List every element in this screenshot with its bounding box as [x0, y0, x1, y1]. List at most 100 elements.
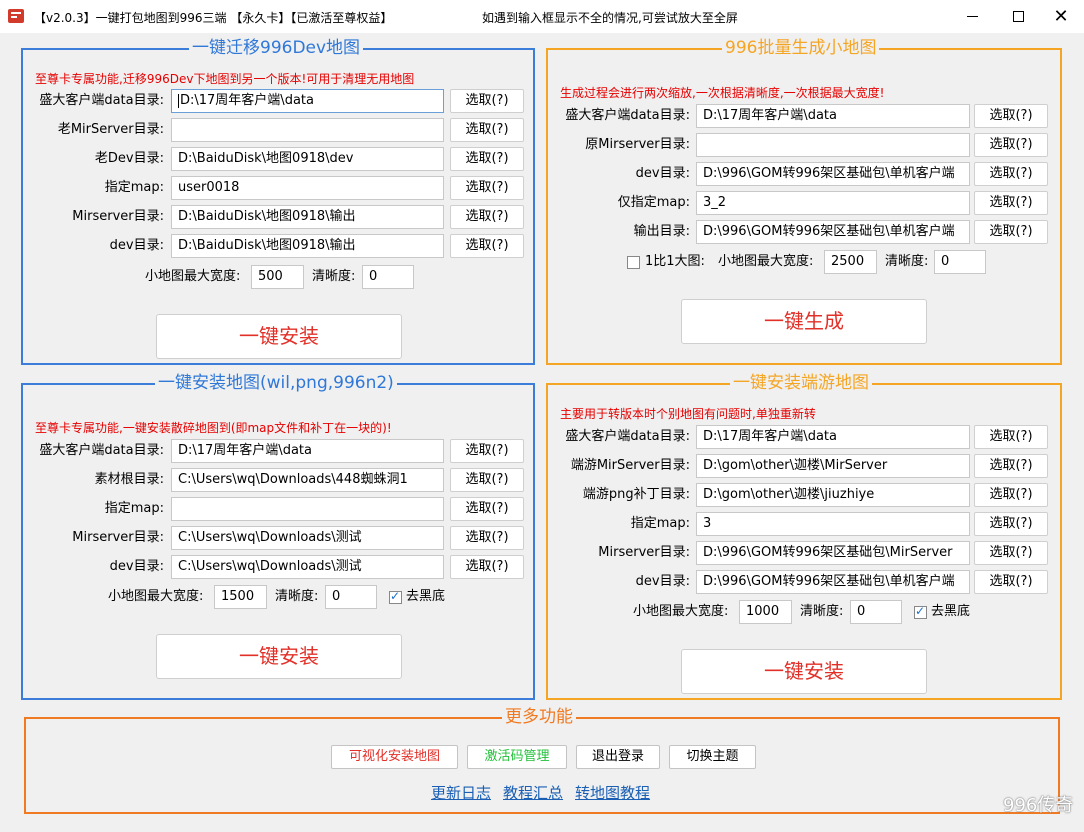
pick-button[interactable]: 选取(?)	[974, 220, 1048, 244]
field-label: 老Dev目录:	[94, 151, 164, 166]
pick-button[interactable]: 选取(?)	[450, 118, 524, 142]
dev-input[interactable]: C:\Users\wq\Downloads\测试	[171, 555, 444, 579]
panel-endtour-title: 一键安装端游地图	[730, 372, 872, 394]
pick-button[interactable]: 选取(?)	[974, 512, 1048, 536]
pick-button[interactable]: 选取(?)	[450, 176, 524, 200]
clarity-input[interactable]: 0	[362, 265, 414, 289]
dev-input[interactable]: D:\BaiduDisk\地图0918\输出	[171, 234, 444, 258]
map-tutorial-link[interactable]: 转地图教程	[575, 782, 650, 803]
orig-mirserver-input[interactable]	[696, 133, 970, 157]
max-width-input[interactable]: 500	[251, 265, 304, 289]
panel-install-notice: 至尊卡专属功能,一键安装散碎地图到(即map文件和补丁在一块的)!	[35, 421, 392, 435]
field-label: 盛大客户端data目录:	[565, 429, 690, 444]
field-label: 端游MirServer目录:	[570, 458, 690, 473]
map-input[interactable]: user0018	[171, 176, 444, 200]
pick-button[interactable]: 选取(?)	[450, 468, 524, 492]
panel-batch-notice: 生成过程会进行两次缩放,一次根据清晰度,一次根据最大宽度!	[560, 86, 885, 100]
data-dir-input[interactable]: D:\17周年客户端\data	[171, 89, 444, 113]
field-label: 原Mirserver目录:	[585, 137, 690, 152]
old-mirserver-input[interactable]	[171, 118, 444, 142]
field-label: 指定map:	[104, 501, 164, 516]
maximize-icon	[1012, 11, 1024, 22]
visual-install-button[interactable]: 可视化安装地图	[331, 745, 458, 769]
pick-button[interactable]: 选取(?)	[450, 234, 524, 258]
max-width-label: 小地图最大宽度:	[145, 269, 241, 284]
max-width-input[interactable]: 1500	[214, 585, 267, 609]
panel-install-map: 一键安装地图(wil,png,996n2) 至尊卡专属功能,一键安装散碎地图到(…	[21, 372, 535, 700]
pick-button[interactable]: 选取(?)	[974, 425, 1048, 449]
pick-button[interactable]: 选取(?)	[974, 133, 1048, 157]
field-label: 老MirServer目录:	[57, 122, 164, 137]
output-dir-input[interactable]: D:\996\GOM转996架区基础包\单机客户端	[696, 220, 970, 244]
pick-button[interactable]: 选取(?)	[450, 497, 524, 521]
clarity-label: 清晰度:	[312, 269, 356, 284]
one-to-one-checkbox[interactable]	[627, 256, 640, 269]
logout-button[interactable]: 退出登录	[576, 745, 660, 769]
pick-button[interactable]: 选取(?)	[974, 191, 1048, 215]
field-label: dev目录:	[109, 559, 164, 574]
pick-button[interactable]: 选取(?)	[450, 555, 524, 579]
field-label: dev目录:	[635, 166, 690, 181]
minimize-icon	[966, 16, 978, 17]
clarity-input[interactable]: 0	[934, 250, 986, 274]
mirserver-input[interactable]: D:\996\GOM转996架区基础包\MirServer	[696, 541, 970, 565]
pick-button[interactable]: 选取(?)	[450, 439, 524, 463]
map-input[interactable]: 3	[696, 512, 970, 536]
field-label: 盛大客户端data目录:	[39, 93, 164, 108]
install-button[interactable]: 一键安装	[156, 634, 402, 679]
pick-button[interactable]: 选取(?)	[974, 570, 1048, 594]
pick-button[interactable]: 选取(?)	[974, 454, 1048, 478]
field-label: Mirserver目录:	[72, 530, 164, 545]
panel-endtour-map: 一键安装端游地图 主要用于转版本时个别地图有问题时,单独重新转 盛大客户端dat…	[546, 372, 1062, 700]
maximize-button[interactable]	[995, 0, 1041, 33]
panel-endtour-notice: 主要用于转版本时个别地图有问题时,单独重新转	[560, 407, 816, 421]
asset-root-input[interactable]: C:\Users\wq\Downloads\448蜘蛛洞1	[171, 468, 444, 492]
field-label: 指定map:	[104, 180, 164, 195]
panel-migrate-dev: 一键迁移996Dev地图 至尊卡专属功能,迁移996Dev下地图到另一个版本!可…	[21, 37, 535, 365]
max-width-input[interactable]: 2500	[824, 250, 877, 274]
panel-migrate-notice: 至尊卡专属功能,迁移996Dev下地图到另一个版本!可用于清理无用地图	[35, 72, 415, 86]
mirserver-input[interactable]: D:\BaiduDisk\地图0918\输出	[171, 205, 444, 229]
field-label: dev目录:	[109, 238, 164, 253]
close-button[interactable]: ✕	[1038, 0, 1084, 33]
switch-theme-button[interactable]: 切换主题	[669, 745, 756, 769]
max-width-input[interactable]: 1000	[739, 600, 792, 624]
mirserver-input[interactable]: C:\Users\wq\Downloads\测试	[171, 526, 444, 550]
dev-input[interactable]: D:\996\GOM转996架区基础包\单机客户端	[696, 162, 970, 186]
pick-button[interactable]: 选取(?)	[974, 104, 1048, 128]
pick-button[interactable]: 选取(?)	[450, 147, 524, 171]
activation-code-button[interactable]: 激活码管理	[467, 745, 567, 769]
tutorials-link[interactable]: 教程汇总	[503, 782, 563, 803]
clarity-label: 清晰度:	[885, 254, 929, 269]
remove-black-label: 去黑底	[931, 604, 971, 619]
data-dir-input[interactable]: D:\17周年客户端\data	[696, 425, 970, 449]
generate-button[interactable]: 一键生成	[681, 299, 927, 344]
clarity-input[interactable]: 0	[325, 585, 377, 609]
png-patch-input[interactable]: D:\gom\other\迦楼\jiuzhiye	[696, 483, 970, 507]
pick-button[interactable]: 选取(?)	[974, 483, 1048, 507]
changelog-link[interactable]: 更新日志	[431, 782, 491, 803]
pick-button[interactable]: 选取(?)	[974, 541, 1048, 565]
clarity-label: 清晰度:	[275, 589, 319, 604]
one-to-one-label: 1比1大图:	[645, 254, 705, 269]
clarity-input[interactable]: 0	[850, 600, 902, 624]
panel-batch-title: 996批量生成小地图	[722, 37, 880, 59]
data-dir-input[interactable]: D:\17周年客户端\data	[696, 104, 970, 128]
map-input[interactable]	[171, 497, 444, 521]
old-dev-input[interactable]: D:\BaiduDisk\地图0918\dev	[171, 147, 444, 171]
pick-button[interactable]: 选取(?)	[450, 205, 524, 229]
max-width-label: 小地图最大宽度:	[108, 589, 204, 604]
remove-black-label: 去黑底	[406, 589, 446, 604]
remove-black-checkbox[interactable]	[914, 604, 927, 619]
pick-button[interactable]: 选取(?)	[450, 89, 524, 113]
minimize-button[interactable]	[949, 0, 995, 33]
dev-input[interactable]: D:\996\GOM转996架区基础包\单机客户端	[696, 570, 970, 594]
install-button[interactable]: 一键安装	[681, 649, 927, 694]
endtour-mirserver-input[interactable]: D:\gom\other\迦楼\MirServer	[696, 454, 970, 478]
pick-button[interactable]: 选取(?)	[450, 526, 524, 550]
data-dir-input[interactable]: D:\17周年客户端\data	[171, 439, 444, 463]
install-button[interactable]: 一键安装	[156, 314, 402, 359]
pick-button[interactable]: 选取(?)	[974, 162, 1048, 186]
map-input[interactable]: 3_2	[696, 191, 970, 215]
remove-black-checkbox[interactable]	[389, 589, 402, 604]
